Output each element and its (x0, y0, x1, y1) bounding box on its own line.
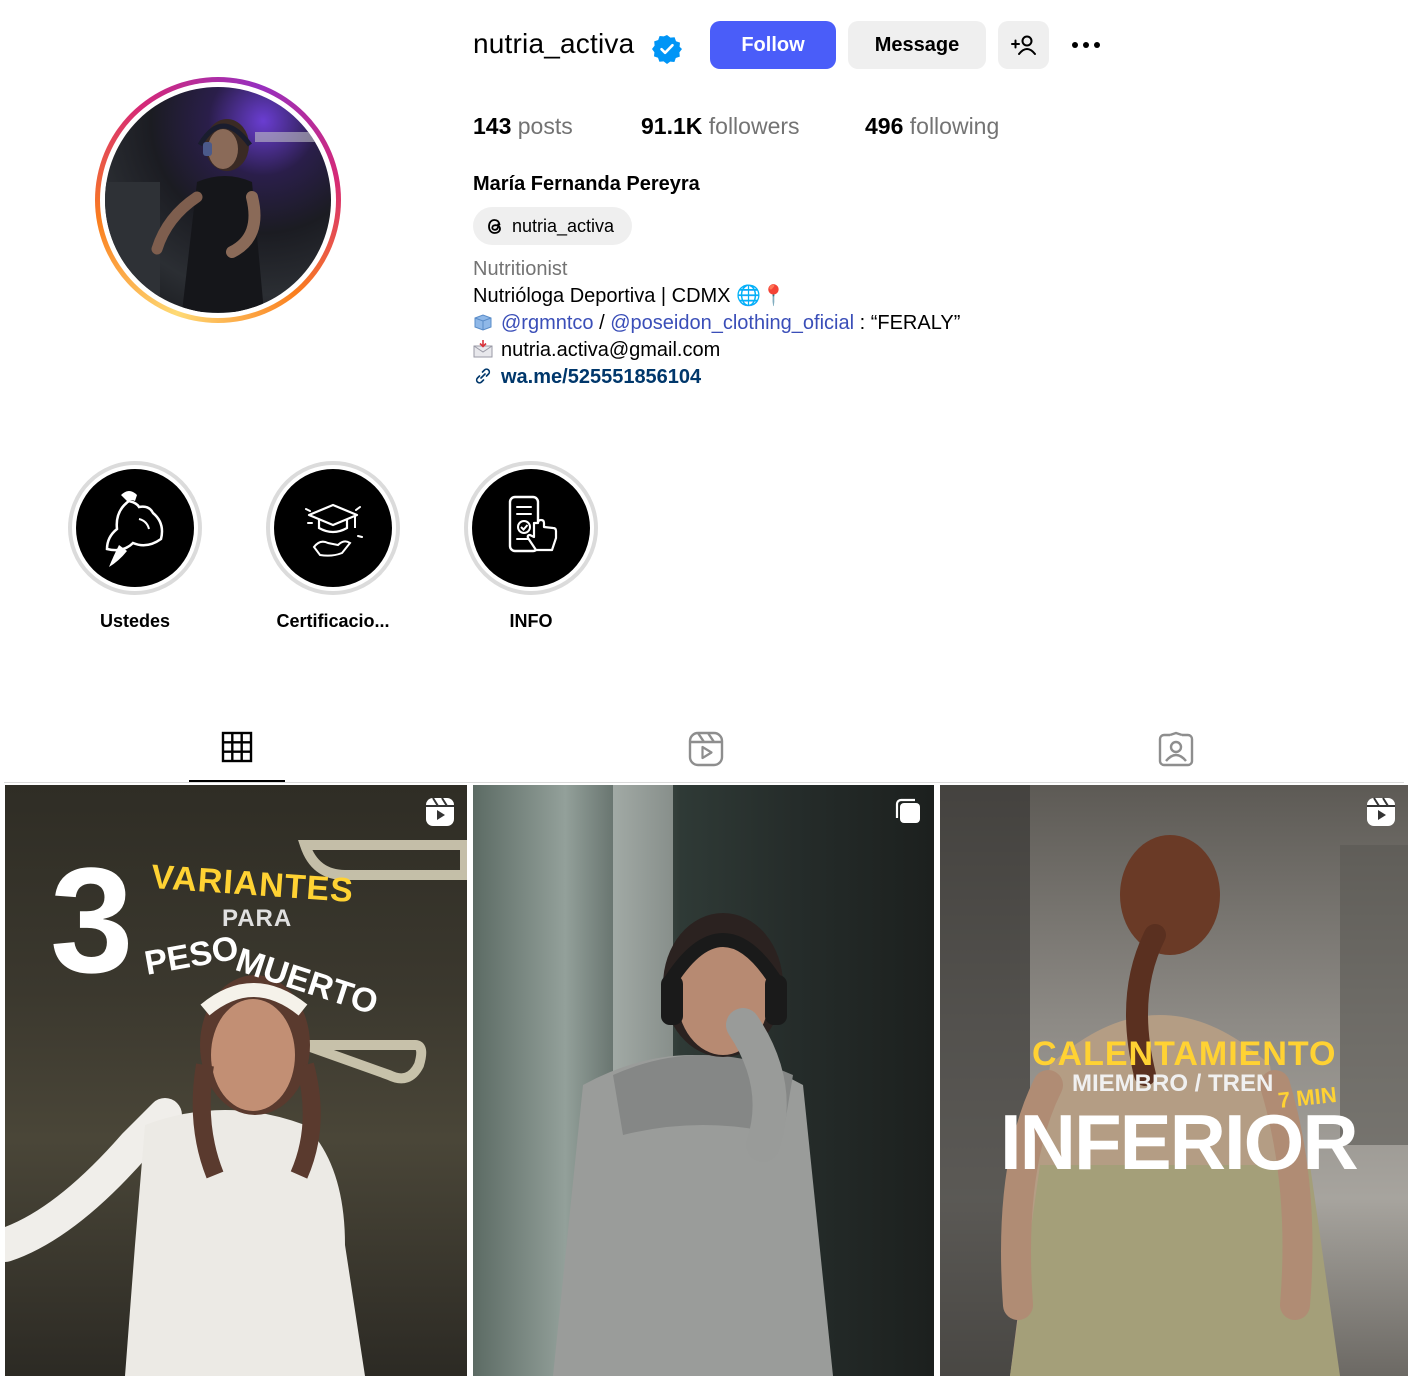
post-tile[interactable]: CALENTAMIENTO MIEMBRO / TREN 7 MIN INFER… (940, 785, 1408, 1376)
bio-external-link[interactable]: wa.me/525551856104 (501, 366, 701, 388)
highlight-ustedes[interactable]: Ustedes (67, 461, 203, 632)
avatar-gap (100, 82, 336, 318)
posts-label: posts (517, 113, 573, 139)
suggested-accounts-button[interactable] (998, 21, 1049, 69)
highlight-info[interactable]: INFO (463, 461, 599, 632)
avatar-photo (105, 119, 331, 313)
followers-label: followers (708, 113, 800, 139)
followers-count: 91.1K (641, 113, 703, 139)
profile-category: Nutritionist (473, 258, 568, 280)
package-emoji-icon (473, 312, 493, 331)
posts-count: 143 (473, 113, 512, 139)
bio-email-line: nutria.activa@gmail.com (473, 337, 960, 364)
post-tile[interactable] (473, 785, 934, 1376)
posts-stat: 143 posts (473, 113, 573, 140)
highlight-cover (274, 469, 392, 587)
reel-badge-icon (426, 797, 454, 826)
threads-handle: nutria_activa (512, 215, 615, 236)
highlight-cover (76, 469, 194, 587)
highlight-label: INFO (509, 611, 553, 631)
follow-button[interactable]: Follow (710, 21, 836, 69)
highlight-ring (68, 461, 202, 595)
mention-separator: / (593, 312, 611, 334)
following-count: 496 (865, 113, 904, 139)
tabs-divider (4, 782, 1404, 783)
reel-badge-icon (1367, 797, 1395, 826)
tab-tagged[interactable] (1128, 731, 1224, 783)
link-icon (473, 366, 493, 384)
carousel-badge-icon (895, 798, 920, 823)
more-options-button[interactable] (1064, 21, 1108, 69)
graduation-cap-icon (305, 503, 363, 557)
post-overlay-text: MIEMBRO / TREN (1072, 1070, 1274, 1097)
profile-avatar-ring[interactable] (95, 77, 341, 323)
bio-line: Nutrióloga Deportiva | CDMX 🌐📍 (473, 285, 786, 307)
profile-bio: Nutritionist Nutrióloga Deportiva | CDMX… (473, 256, 960, 391)
post-image (553, 785, 833, 1376)
tab-reels[interactable] (658, 731, 754, 783)
highlight-label: Certificacio... (276, 611, 390, 631)
post-tile[interactable]: 3 VARIANTES PARA PESO MUERTO (5, 785, 467, 1376)
highlight-ring (266, 461, 400, 595)
highlight-label: Ustedes (99, 611, 171, 631)
mention-rgmntco[interactable]: @rgmntco (501, 312, 594, 334)
message-button[interactable]: Message (848, 21, 986, 69)
highlight-cover (472, 469, 590, 587)
more-icon (1072, 42, 1100, 48)
post-overlay-number: 3 (50, 836, 134, 1004)
phone-tap-icon (508, 495, 558, 553)
profile-avatar[interactable] (105, 87, 331, 313)
following-stat[interactable]: 496 following (865, 113, 999, 140)
discount-code: : “FERALY” (854, 312, 961, 334)
bio-link-line[interactable]: wa.me/525551856104 (473, 364, 960, 391)
highlight-ring (464, 461, 598, 595)
threads-icon (488, 219, 501, 234)
followers-stat[interactable]: 91.1K followers (641, 113, 800, 140)
tagged-icon (1158, 731, 1194, 767)
reels-icon (688, 731, 724, 767)
following-label: following (909, 113, 1000, 139)
mention-poseidon[interactable]: @poseidon_clothing_oficial (610, 312, 854, 334)
post-overlay-text: CALENTAMIENTO (1032, 1035, 1337, 1073)
grid-icon (221, 731, 253, 763)
bio-sponsors-line: @rgmntco / @poseidon_clothing_oficial : … (473, 310, 960, 337)
profile-full-name: María Fernanda Pereyra (473, 173, 700, 195)
tab-posts[interactable] (189, 731, 285, 783)
envelope-arrow-emoji-icon (473, 339, 493, 358)
flexed-bicep-icon (105, 491, 164, 567)
threads-badge[interactable]: nutria_activa (473, 207, 632, 245)
highlight-certificaciones[interactable]: Certificacio... (265, 461, 401, 632)
add-person-icon (1010, 35, 1036, 55)
post-overlay-text: INFERIOR (1000, 1098, 1359, 1186)
bio-email: nutria.activa@gmail.com (501, 339, 721, 361)
verified-badge-icon (652, 35, 682, 64)
profile-username: nutria_activa (473, 28, 635, 59)
